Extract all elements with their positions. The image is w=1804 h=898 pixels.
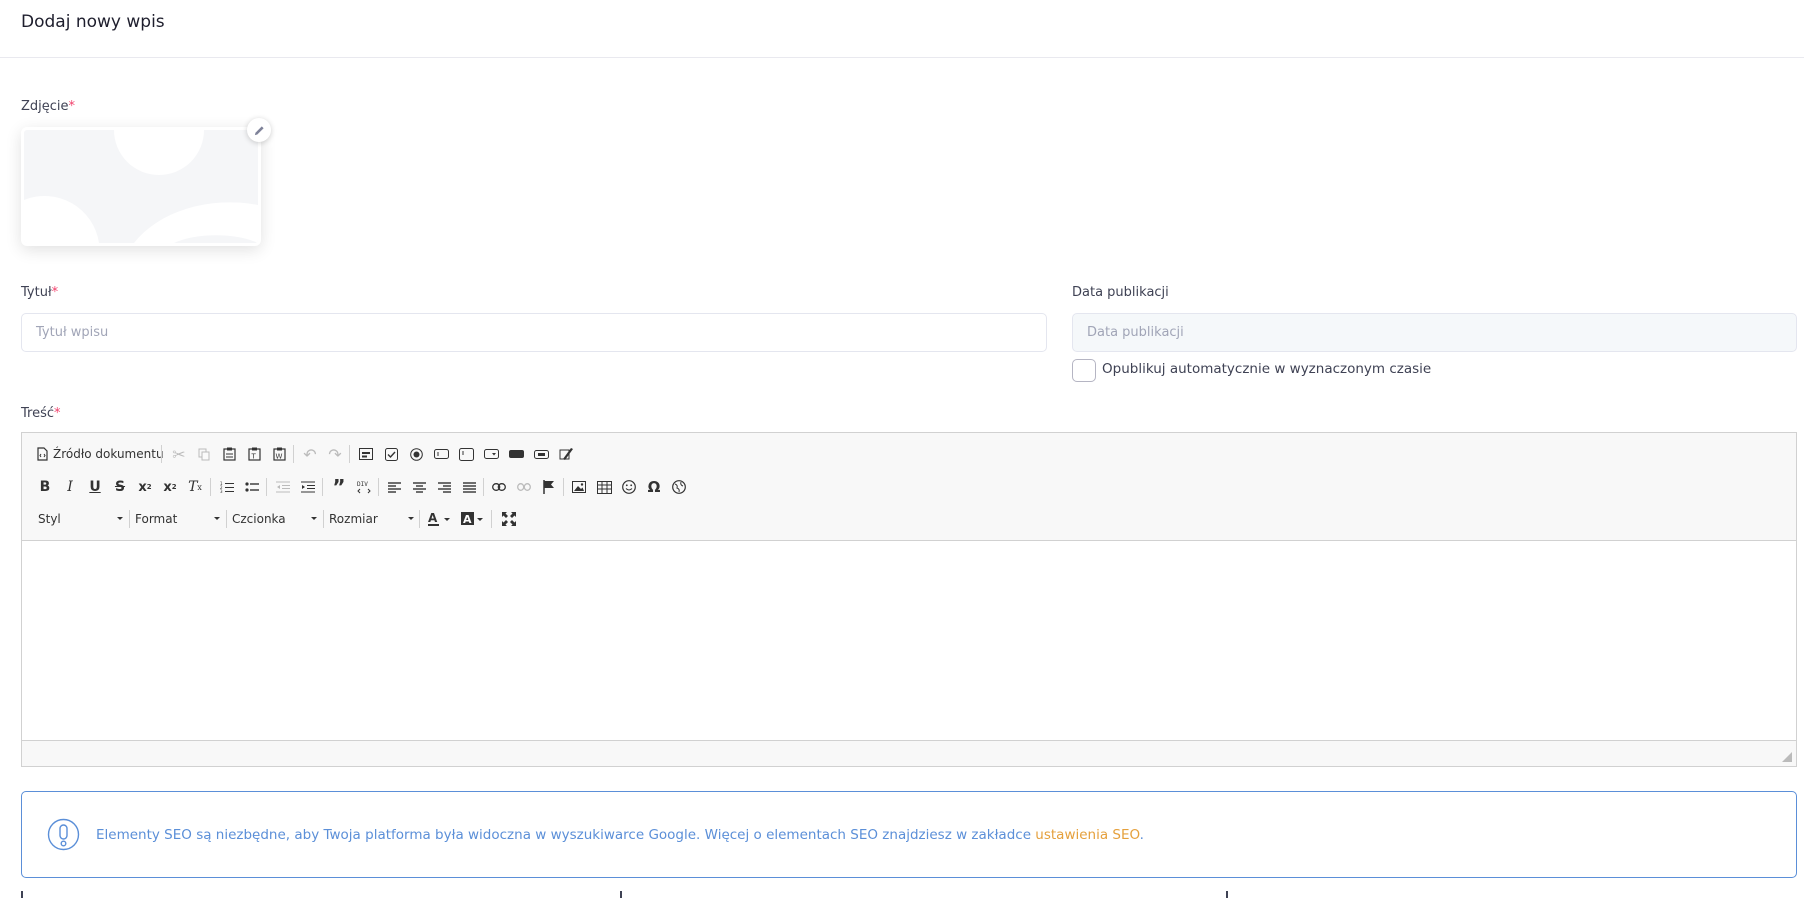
paste-icon[interactable]	[218, 443, 240, 465]
seo-alert-message: Elementy SEO są niezbędne, aby Twoja pla…	[96, 827, 1036, 843]
cut-icon[interactable]: ✂	[168, 443, 190, 465]
editor-toolbar: Źródło dokumentu ✂ T W ↶ ↷ B I U S x2 x2…	[22, 433, 1796, 541]
text-color-icon[interactable]: A	[425, 508, 455, 530]
justify-icon[interactable]	[458, 476, 480, 498]
publish-date-input[interactable]: Data publikacji	[1072, 313, 1797, 352]
svg-text:A: A	[463, 513, 472, 526]
editor-footer	[22, 740, 1796, 766]
superscript-icon[interactable]: x2	[159, 476, 181, 498]
paste-text-icon[interactable]: T	[243, 443, 265, 465]
size-combo-label: Rozmiar	[329, 512, 378, 526]
svg-text:DIV: DIV	[357, 481, 368, 488]
page-title: Dodaj nowy wpis	[21, 12, 165, 32]
special-char-icon[interactable]: Ω	[643, 476, 665, 498]
image-icon[interactable]	[568, 476, 590, 498]
bold-icon[interactable]: B	[34, 476, 56, 498]
checkbox-icon[interactable]	[380, 443, 402, 465]
bg-color-icon[interactable]: A	[458, 508, 488, 530]
content-label: Treść*	[21, 406, 61, 421]
outdent-icon[interactable]	[272, 476, 294, 498]
photo-upload[interactable]	[21, 127, 261, 246]
rich-text-editor: Źródło dokumentu ✂ T W ↶ ↷ B I U S x2 x2…	[21, 432, 1797, 767]
exclamation-icon	[47, 818, 80, 851]
cut-off-label	[620, 891, 628, 898]
svg-text:3: 3	[220, 489, 223, 493]
remove-format-icon[interactable]: Tx	[184, 476, 206, 498]
title-placeholder: Tytuł wpisu	[36, 325, 109, 340]
pencil-icon	[254, 125, 264, 135]
underline-icon[interactable]: U	[84, 476, 106, 498]
form-icon[interactable]	[355, 443, 377, 465]
copy-icon[interactable]	[193, 443, 215, 465]
font-combo[interactable]: Czcionka	[226, 508, 321, 530]
select-icon[interactable]	[480, 443, 502, 465]
indent-icon[interactable]	[297, 476, 319, 498]
editor-content-area[interactable]	[22, 541, 1796, 741]
source-button[interactable]: Źródło dokumentu	[36, 443, 164, 465]
align-left-icon[interactable]	[383, 476, 405, 498]
style-combo-label: Styl	[38, 512, 61, 526]
font-combo-label: Czcionka	[232, 512, 286, 526]
paste-word-icon[interactable]: W	[268, 443, 290, 465]
align-center-icon[interactable]	[408, 476, 430, 498]
button-icon[interactable]	[505, 443, 527, 465]
div-icon[interactable]: DIV	[353, 476, 375, 498]
source-icon	[37, 447, 48, 461]
format-combo[interactable]: Format	[129, 508, 224, 530]
page-header: Dodaj nowy wpis	[0, 0, 1804, 58]
unlink-icon[interactable]	[513, 476, 535, 498]
format-combo-label: Format	[135, 512, 178, 526]
svg-text:T: T	[250, 453, 256, 461]
svg-text:W: W	[275, 453, 282, 461]
undo-icon[interactable]: ↶	[299, 443, 321, 465]
iframe-icon[interactable]	[668, 476, 690, 498]
seo-settings-link[interactable]: ustawienia SEO	[1035, 827, 1139, 843]
style-combo[interactable]: Styl	[32, 508, 127, 530]
textarea-icon[interactable]	[455, 443, 477, 465]
link-icon[interactable]	[488, 476, 510, 498]
textfield-icon[interactable]	[430, 443, 452, 465]
auto-publish-label: Opublikuj automatycznie w wyznaczonym cz…	[1102, 361, 1432, 377]
strike-icon[interactable]: S	[109, 476, 131, 498]
maximize-icon[interactable]	[498, 508, 520, 530]
cut-off-label	[21, 891, 29, 898]
svg-text:A: A	[428, 511, 438, 525]
blockquote-icon[interactable]: ”	[328, 476, 350, 498]
size-combo[interactable]: Rozmiar	[323, 508, 418, 530]
italic-icon[interactable]: I	[59, 476, 81, 498]
edit-photo-button[interactable]	[247, 118, 271, 142]
align-right-icon[interactable]	[433, 476, 455, 498]
anchor-icon[interactable]	[538, 476, 560, 498]
auto-publish-checkbox[interactable]	[1072, 359, 1096, 382]
bulleted-list-icon[interactable]	[241, 476, 263, 498]
seo-alert: Elementy SEO są niezbędne, aby Twoja pla…	[21, 791, 1797, 878]
subscript-icon[interactable]: x2	[134, 476, 156, 498]
radio-icon[interactable]	[405, 443, 427, 465]
publish-date-placeholder: Data publikacji	[1087, 325, 1184, 340]
publish-date-label: Data publikacji	[1072, 285, 1169, 300]
title-label: Tytuł*	[21, 285, 59, 300]
source-label: Źródło dokumentu	[53, 447, 164, 461]
seo-alert-text: Elementy SEO są niezbędne, aby Twoja pla…	[96, 827, 1144, 843]
photo-label: Zdjęcie*	[21, 99, 76, 114]
title-input[interactable]: Tytuł wpisu	[21, 313, 1047, 352]
seo-alert-suffix: .	[1139, 827, 1144, 843]
cut-off-label	[1226, 891, 1234, 898]
table-icon[interactable]	[593, 476, 615, 498]
imagebutton-icon[interactable]	[530, 443, 552, 465]
hiddenfield-icon[interactable]	[555, 443, 577, 465]
smiley-icon[interactable]	[618, 476, 640, 498]
resize-handle-icon[interactable]	[1782, 752, 1792, 762]
numbered-list-icon[interactable]: 123	[216, 476, 238, 498]
redo-icon[interactable]: ↷	[324, 443, 346, 465]
